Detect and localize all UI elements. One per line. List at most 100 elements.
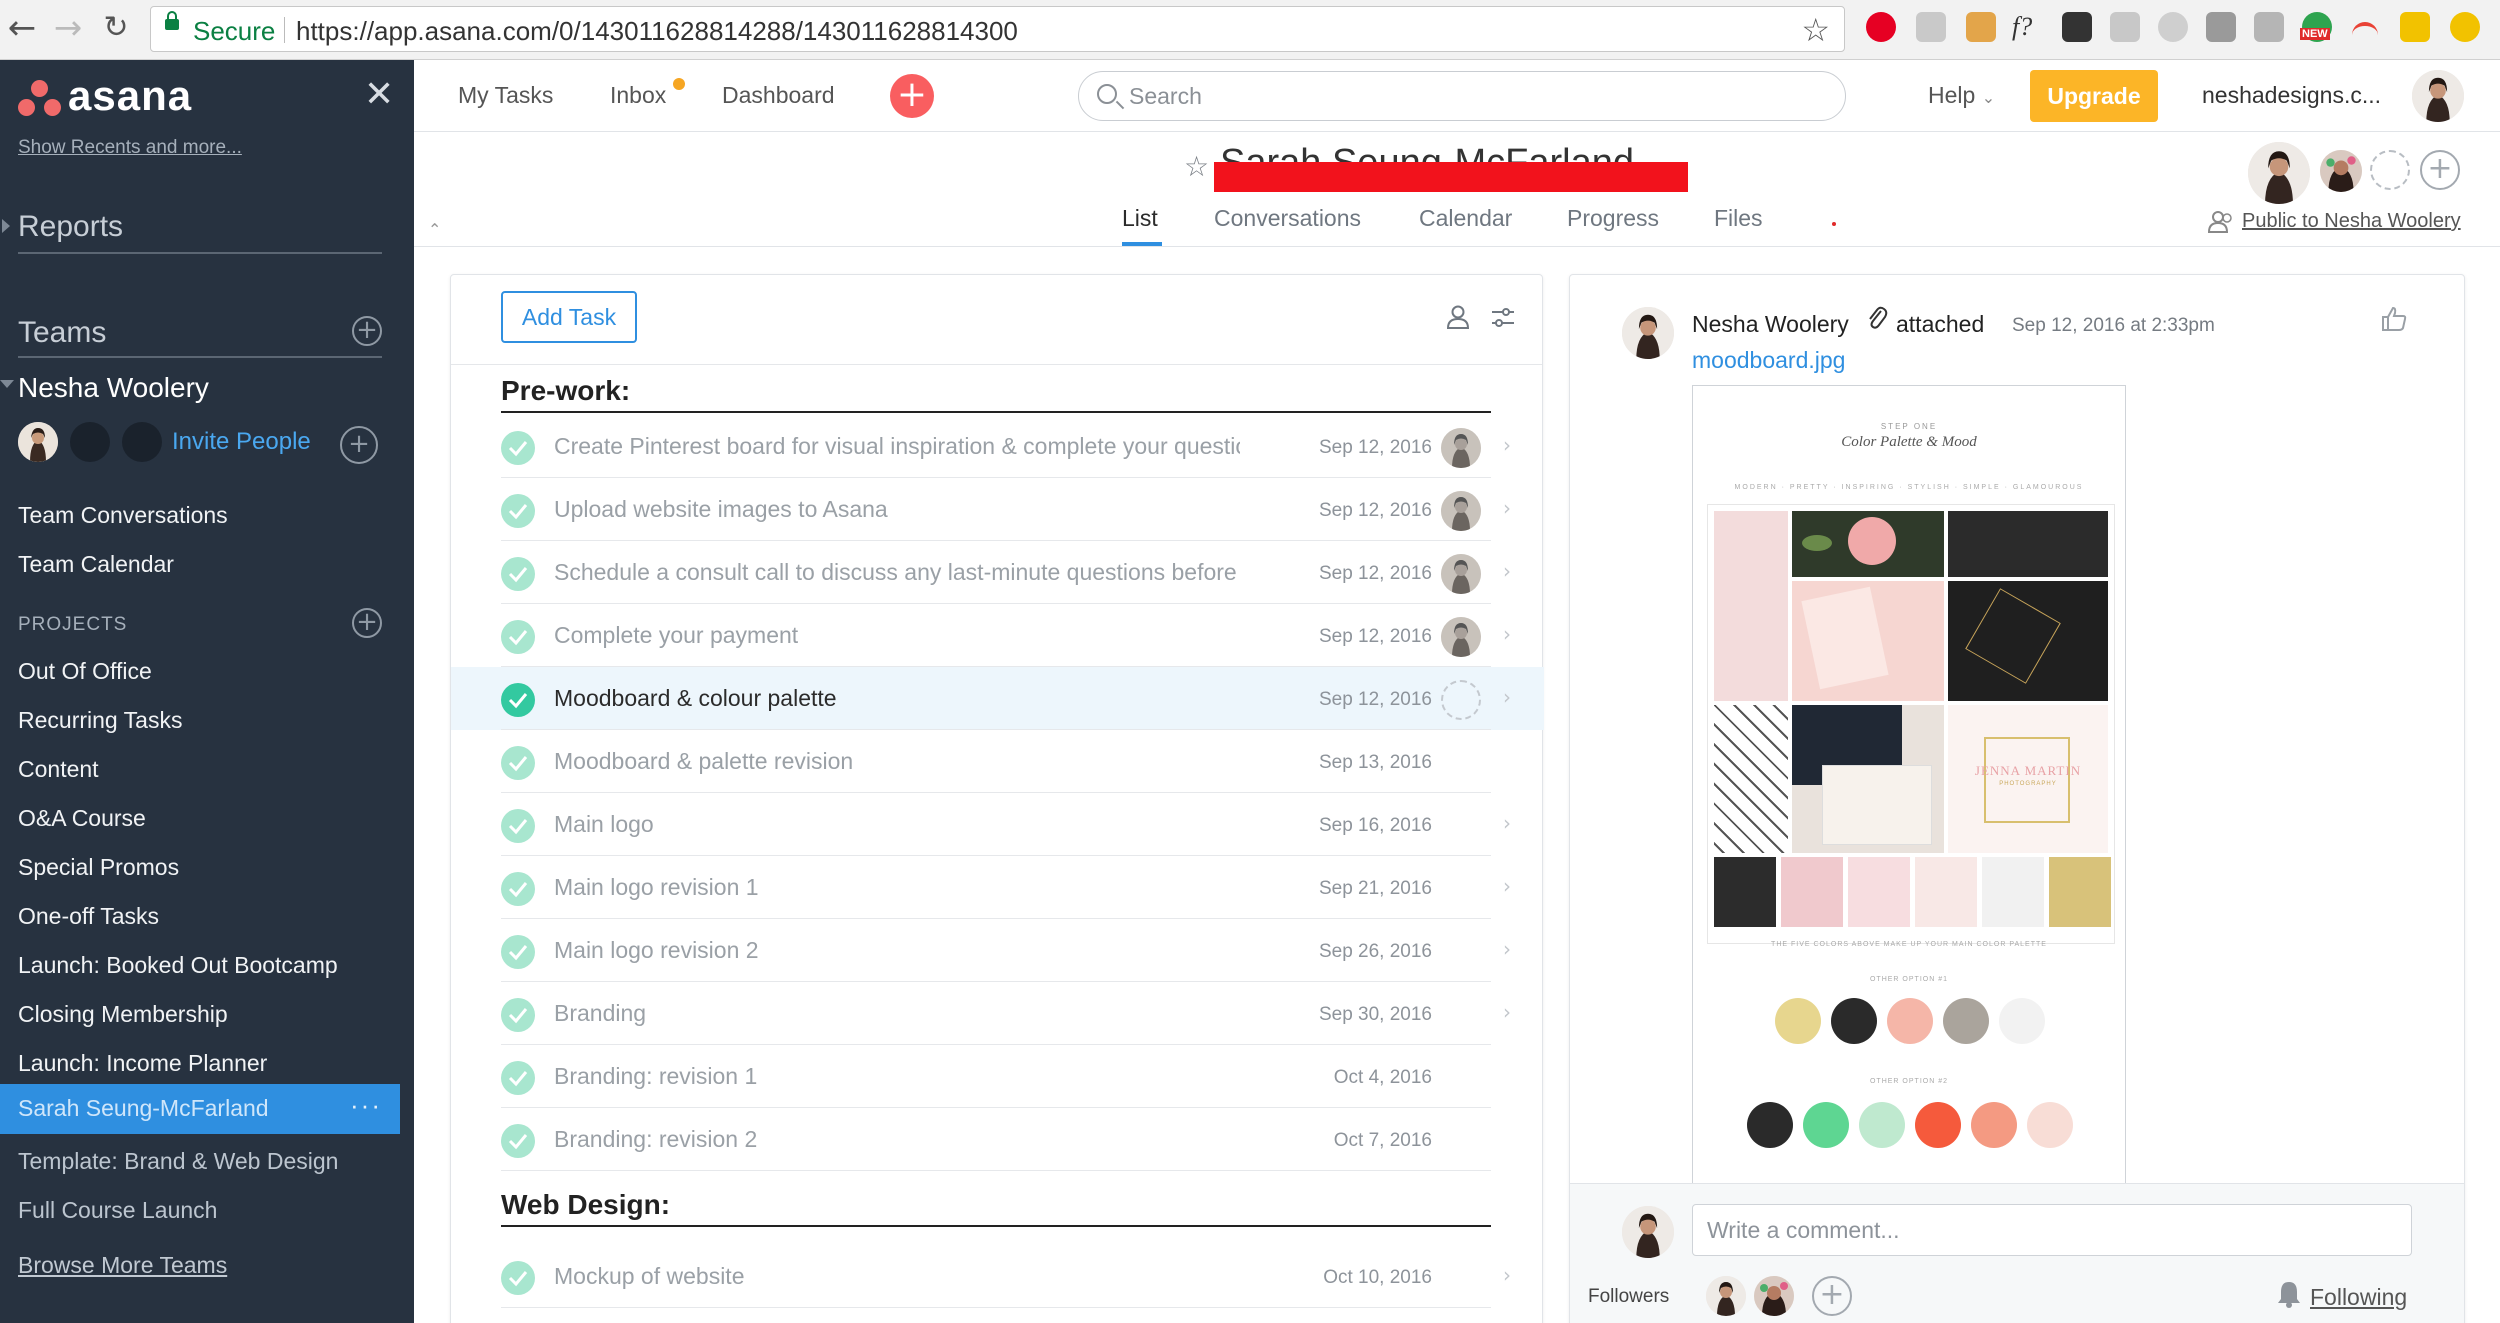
reload-icon[interactable]: ↻ — [98, 10, 134, 46]
cloud-extension-icon[interactable] — [2158, 12, 2188, 42]
font-extension-icon[interactable]: f? — [2012, 12, 2042, 42]
task-complete-checkbox[interactable] — [501, 1124, 535, 1158]
tool-extension-icon[interactable] — [1916, 12, 1946, 42]
chevron-right-icon[interactable]: › — [1503, 811, 1511, 835]
close-sidebar-icon[interactable]: ✕ — [364, 74, 394, 115]
task-due-date[interactable]: Sep 12, 2016 — [1319, 437, 1432, 459]
task-due-date[interactable]: Sep 26, 2016 — [1319, 941, 1432, 963]
search-box[interactable] — [1078, 71, 1846, 121]
task-assignee-avatar[interactable] — [1441, 491, 1481, 531]
task-name[interactable]: Create Pinterest board for visual inspir… — [554, 433, 1240, 460]
follower-avatar[interactable] — [1754, 1276, 1794, 1316]
task-row[interactable]: Main logo revision 1 Sep 21, 2016 › — [451, 856, 1544, 919]
sidebar-item-team-calendar[interactable]: Team Calendar — [18, 551, 174, 578]
task-row[interactable]: Main logo Sep 16, 2016 › — [451, 793, 1544, 856]
task-due-date[interactable]: Sep 12, 2016 — [1319, 689, 1432, 711]
add-project-member-icon[interactable]: + — [2420, 150, 2460, 190]
code-extension-icon[interactable] — [2254, 12, 2284, 42]
chevron-right-icon[interactable]: › — [1503, 937, 1511, 961]
author-avatar[interactable] — [1622, 307, 1674, 359]
favorite-star-icon[interactable]: ☆ — [1184, 150, 1209, 183]
sidebar-project[interactable]: Out Of Office — [18, 658, 152, 685]
task-due-date[interactable]: Oct 10, 2016 — [1323, 1267, 1432, 1289]
add-member-placeholder-icon[interactable] — [2370, 150, 2410, 190]
reports-caret-icon[interactable] — [2, 219, 10, 233]
task-row[interactable]: Upload website images to Asana Sep 12, 20… — [451, 478, 1544, 541]
task-complete-checkbox[interactable] — [501, 746, 535, 780]
add-follower-icon[interactable]: + — [1812, 1276, 1852, 1316]
moodboard-image[interactable]: STEP ONE Color Palette & Mood MODERN · P… — [1692, 385, 2126, 1185]
bookmark-star-icon[interactable]: ☆ — [1801, 11, 1830, 49]
chevron-right-icon[interactable]: › — [1503, 1263, 1511, 1287]
help-menu[interactable]: Help ⌄ — [1928, 82, 1995, 109]
task-assignee-avatar[interactable] — [1441, 617, 1481, 657]
task-row[interactable]: Moodboard & colour palette Sep 12, 2016 › — [451, 667, 1544, 730]
task-assignee-avatar[interactable] — [1441, 428, 1481, 468]
comment-input[interactable] — [1692, 1204, 2412, 1256]
task-row[interactable]: Branding: revision 2 Oct 7, 2016 — [451, 1108, 1544, 1171]
task-row[interactable]: Mockup of website Oct 10, 2016 › — [451, 1245, 1544, 1308]
task-complete-checkbox[interactable] — [501, 683, 535, 717]
collapse-chevron-icon[interactable]: ⌃ — [428, 220, 441, 239]
user-avatar[interactable] — [2412, 70, 2464, 122]
teams-heading[interactable]: Teams — [18, 316, 106, 350]
task-complete-checkbox[interactable] — [501, 494, 535, 528]
task-due-date[interactable]: Sep 12, 2016 — [1319, 626, 1432, 648]
add-member-icon[interactable]: + — [340, 426, 378, 464]
sidebar-project[interactable]: Template: Brand & Web Design — [18, 1148, 338, 1175]
assignee-filter-icon[interactable] — [1447, 305, 1469, 329]
chevron-right-icon[interactable]: › — [1503, 559, 1511, 583]
task-due-date[interactable]: Sep 12, 2016 — [1319, 500, 1432, 522]
follower-avatar[interactable] — [1706, 1276, 1746, 1316]
team-caret-icon[interactable] — [0, 380, 14, 388]
tab-progress[interactable]: Progress — [1567, 205, 1659, 232]
tab-files[interactable]: Files — [1714, 205, 1763, 232]
team-member-avatar[interactable] — [18, 422, 58, 462]
task-name[interactable]: Complete your payment — [554, 622, 1240, 649]
task-name[interactable]: Branding — [554, 1000, 1240, 1027]
task-name[interactable]: Branding: revision 2 — [554, 1126, 1240, 1153]
team-member-avatar[interactable] — [122, 422, 162, 462]
invite-people-link[interactable]: Invite People — [172, 428, 311, 456]
task-name[interactable]: Moodboard & colour palette — [554, 685, 1240, 712]
chevron-right-icon[interactable]: › — [1503, 685, 1511, 709]
task-complete-checkbox[interactable] — [501, 809, 535, 843]
sidebar-project[interactable]: Content — [18, 756, 99, 783]
task-assignee-avatar[interactable] — [1441, 554, 1481, 594]
inbox-link[interactable]: Inbox — [610, 82, 666, 109]
back-icon[interactable]: ← — [4, 10, 40, 46]
tab-calendar[interactable]: Calendar — [1419, 205, 1512, 232]
sidebar-item-team-conversations[interactable]: Team Conversations — [18, 502, 228, 529]
sidebar-project[interactable]: Launch: Income Planner — [18, 1050, 267, 1077]
crown-extension-icon[interactable] — [2062, 12, 2092, 42]
task-name[interactable]: Mockup of website — [554, 1263, 1240, 1290]
chevron-right-icon[interactable]: › — [1503, 1000, 1511, 1024]
task-due-date[interactable]: Oct 7, 2016 — [1334, 1130, 1432, 1152]
unassigned-placeholder-icon[interactable] — [1441, 680, 1481, 720]
task-complete-checkbox[interactable] — [501, 1261, 535, 1295]
address-bar[interactable]: Secure https://app.asana.com/0/143011628… — [150, 6, 1845, 52]
task-complete-checkbox[interactable] — [501, 431, 535, 465]
project-member-avatar[interactable] — [2320, 150, 2362, 192]
dashboard-link[interactable]: Dashboard — [722, 82, 835, 109]
task-due-date[interactable]: Sep 12, 2016 — [1319, 563, 1432, 585]
sidebar-project[interactable]: Recurring Tasks — [18, 707, 182, 734]
rainbow-extension-icon[interactable] — [2350, 12, 2380, 42]
task-due-date[interactable]: Sep 30, 2016 — [1319, 1004, 1432, 1026]
task-row[interactable]: Moodboard & palette revision Sep 13, 2016 — [451, 730, 1544, 793]
story-author[interactable]: Nesha Woolery — [1692, 311, 1849, 338]
following-toggle[interactable]: Following — [2310, 1284, 2407, 1311]
task-name[interactable]: Main logo — [554, 811, 1240, 838]
task-row[interactable]: Branding: revision 1 Oct 4, 2016 — [451, 1045, 1544, 1108]
search-input[interactable] — [1129, 72, 1829, 120]
grammar-extension-icon[interactable]: NEW — [2300, 12, 2332, 42]
task-name[interactable]: Moodboard & palette revision — [554, 748, 1240, 775]
task-row[interactable]: Branding Sep 30, 2016 › — [451, 982, 1544, 1045]
show-recents-link[interactable]: Show Recents and more... — [18, 137, 242, 159]
quick-add-button[interactable]: + — [890, 74, 934, 118]
project-member-avatar[interactable] — [2248, 142, 2310, 204]
task-row[interactable]: Main logo revision 2 Sep 26, 2016 › — [451, 919, 1544, 982]
my-tasks-link[interactable]: My Tasks — [458, 82, 553, 109]
task-due-date[interactable]: Sep 16, 2016 — [1319, 815, 1432, 837]
task-name[interactable]: Upload website images to Asana — [554, 496, 1240, 523]
